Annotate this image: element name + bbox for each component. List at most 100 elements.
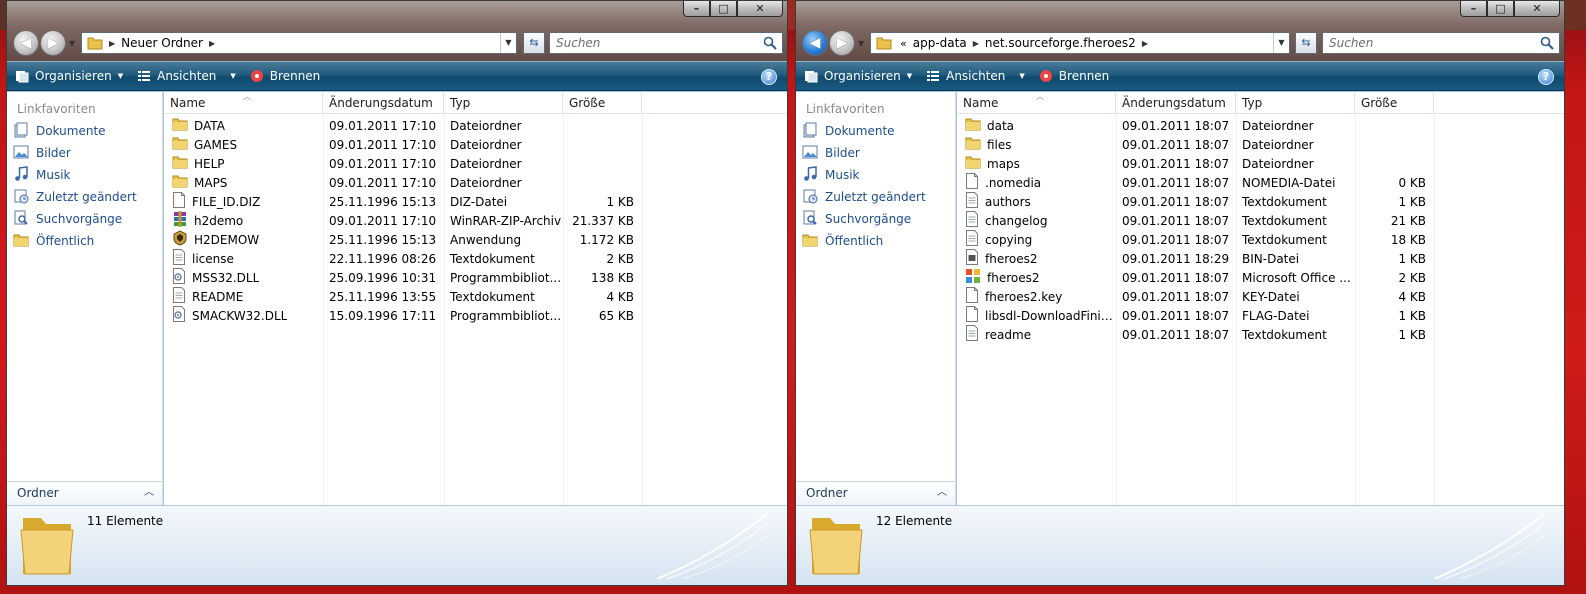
file-row[interactable]: maps 09.01.2011 18:07 Dateiordner [957,154,1564,173]
organize-menu[interactable]: Organisieren ▼ [804,69,912,83]
address-bar[interactable]: ▶ Neuer Ordner ▶ ▼ [81,32,517,54]
file-name-cell[interactable]: fheroes2 [957,268,1116,287]
file-name-cell[interactable]: copying [957,230,1116,249]
file-row[interactable]: readme 09.01.2011 18:07 Textdokument 1 KB [957,325,1564,344]
favorite-item-bilder[interactable]: Bilder [796,142,955,164]
breadcrumb-item[interactable]: app-data [913,36,967,50]
favorite-item-suchvorg-nge[interactable]: Suchvorgänge [7,208,162,230]
minimize-button[interactable]: – [1460,1,1487,17]
file-row[interactable]: H2DEMOW 25.11.1996 15:13 Anwendung 1.172 KB [164,230,787,249]
address-dropdown-button[interactable]: ▼ [1273,33,1289,53]
burn-button[interactable]: Brennen [1039,69,1109,83]
file-name-cell[interactable]: license [164,249,323,268]
file-name-cell[interactable]: GAMES [164,136,323,153]
back-button[interactable]: ◀ [13,30,39,56]
file-row[interactable]: fheroes2.key 09.01.2011 18:07 KEY-Datei 4 K… [957,287,1564,306]
help-button[interactable]: ? [1538,69,1554,85]
file-row[interactable]: license 22.11.1996 08:26 Textdokument 2 KB [164,249,787,268]
file-name-cell[interactable]: maps [957,155,1116,172]
file-row[interactable]: FILE_ID.DIZ 25.11.1996 15:13 DIZ-Datei 1 KB [164,192,787,211]
breadcrumb-item[interactable]: Neuer Ordner [121,36,203,50]
maximize-button[interactable]: □ [1487,1,1514,17]
file-row[interactable]: .nomedia 09.01.2011 18:07 NOMEDIA-Datei 0 K… [957,173,1564,192]
column-header-name[interactable]: ︿ Name [164,92,323,114]
file-row[interactable]: copying 09.01.2011 18:07 Textdokument 18 KB [957,230,1564,249]
recent-pages-dropdown[interactable]: ▼ [858,39,868,49]
file-row[interactable]: fheroes2 09.01.2011 18:07 Microsoft Office… [957,268,1564,287]
file-row[interactable]: authors 09.01.2011 18:07 Textdokument 1 KB [957,192,1564,211]
search-icon[interactable] [763,36,777,50]
recent-pages-dropdown[interactable]: ▼ [69,39,79,49]
views-menu[interactable]: Ansichten ▼ [137,69,236,83]
favorite-item-zuletzt-ge-ndert[interactable]: Zuletzt geändert [796,186,955,208]
column-header-size[interactable]: Größe [563,92,642,114]
breadcrumb-separator-icon[interactable]: ▶ [1142,39,1148,48]
file-row[interactable]: files 09.01.2011 18:07 Dateiordner [957,135,1564,154]
forward-button[interactable]: ▶ [40,30,66,56]
folders-toggle[interactable]: Ordner ︿ [7,481,162,505]
file-row[interactable]: data 09.01.2011 18:07 Dateiordner [957,116,1564,135]
favorite-item-musik[interactable]: Musik [7,164,162,186]
maximize-button[interactable]: □ [710,1,737,17]
favorite-item-musik[interactable]: Musik [796,164,955,186]
address-dropdown-button[interactable]: ▼ [500,33,516,53]
burn-button[interactable]: Brennen [250,69,320,83]
file-name-cell[interactable]: SMACKW32.DLL [164,306,323,325]
file-name-cell[interactable]: README [164,287,323,306]
file-row[interactable]: README 25.11.1996 13:55 Textdokument 4 KB [164,287,787,306]
file-name-cell[interactable]: readme [957,325,1116,344]
minimize-button[interactable]: – [683,1,710,17]
help-button[interactable]: ? [761,69,777,85]
file-name-cell[interactable]: fheroes2 [957,249,1116,268]
address-bar[interactable]: « app-data ▶ net.sourceforge.fheroes2 ▶ … [870,32,1290,54]
column-header-date[interactable]: Änderungsdatum [1116,92,1236,114]
search-icon[interactable] [1540,36,1554,50]
breadcrumb-item[interactable]: net.sourceforge.fheroes2 [985,36,1136,50]
file-name-cell[interactable]: .nomedia [957,173,1116,192]
column-header-size[interactable]: Größe [1355,92,1434,114]
favorite-item-dokumente[interactable]: Dokumente [7,120,162,142]
column-header-date[interactable]: Änderungsdatum [323,92,444,114]
favorite-item-bilder[interactable]: Bilder [7,142,162,164]
refresh-button[interactable]: ⇆ [523,32,545,54]
file-name-cell[interactable]: MAPS [164,174,323,191]
file-row[interactable]: fheroes2 09.01.2011 18:29 BIN-Datei 1 KB [957,249,1564,268]
file-name-cell[interactable]: HELP [164,155,323,172]
file-name-cell[interactable]: h2demo [164,211,323,230]
column-header-name[interactable]: ︿ Name [957,92,1116,114]
organize-menu[interactable]: Organisieren ▼ [15,69,123,83]
file-row[interactable]: DATA 09.01.2011 17:10 Dateiordner [164,116,787,135]
file-row[interactable]: changelog 09.01.2011 18:07 Textdokument 21 … [957,211,1564,230]
search-input[interactable]: Suchen [1322,32,1560,54]
forward-button[interactable]: ▶ [829,30,855,56]
favorite-item-ffentlich[interactable]: Öffentlich [7,230,162,252]
file-name-cell[interactable]: data [957,117,1116,134]
column-header-type[interactable]: Typ [444,92,563,114]
file-name-cell[interactable]: libsdl-DownloadFinish... [957,306,1116,325]
file-name-cell[interactable]: files [957,136,1116,153]
file-row[interactable]: SMACKW32.DLL 15.09.1996 17:11 Programmbibl… [164,306,787,325]
file-name-cell[interactable]: changelog [957,211,1116,230]
views-menu[interactable]: Ansichten ▼ [926,69,1025,83]
file-name-cell[interactable]: MSS32.DLL [164,268,323,287]
file-name-cell[interactable]: FILE_ID.DIZ [164,192,323,211]
file-row[interactable]: GAMES 09.01.2011 17:10 Dateiordner [164,135,787,154]
close-button[interactable]: ✕ [1514,1,1560,17]
search-input[interactable]: Suchen [549,32,783,54]
favorite-item-zuletzt-ge-ndert[interactable]: Zuletzt geändert [7,186,162,208]
file-row[interactable]: MAPS 09.01.2011 17:10 Dateiordner [164,173,787,192]
file-row[interactable]: h2demo 09.01.2011 17:10 WinRAR-ZIP-Archiv 2… [164,211,787,230]
favorite-item-suchvorg-nge[interactable]: Suchvorgänge [796,208,955,230]
close-button[interactable]: ✕ [737,1,783,17]
file-name-cell[interactable]: H2DEMOW [164,230,323,249]
breadcrumb-overflow[interactable]: « [900,37,907,50]
file-name-cell[interactable]: authors [957,192,1116,211]
favorite-item-dokumente[interactable]: Dokumente [796,120,955,142]
back-button[interactable]: ◀ [802,30,828,56]
breadcrumb-separator-icon[interactable]: ▶ [209,39,215,48]
refresh-button[interactable]: ⇆ [1295,32,1317,54]
file-row[interactable]: MSS32.DLL 25.09.1996 10:31 Programmbibliot… [164,268,787,287]
folders-toggle[interactable]: Ordner ︿ [796,481,955,505]
file-name-cell[interactable]: DATA [164,117,323,134]
favorite-item-ffentlich[interactable]: Öffentlich [796,230,955,252]
